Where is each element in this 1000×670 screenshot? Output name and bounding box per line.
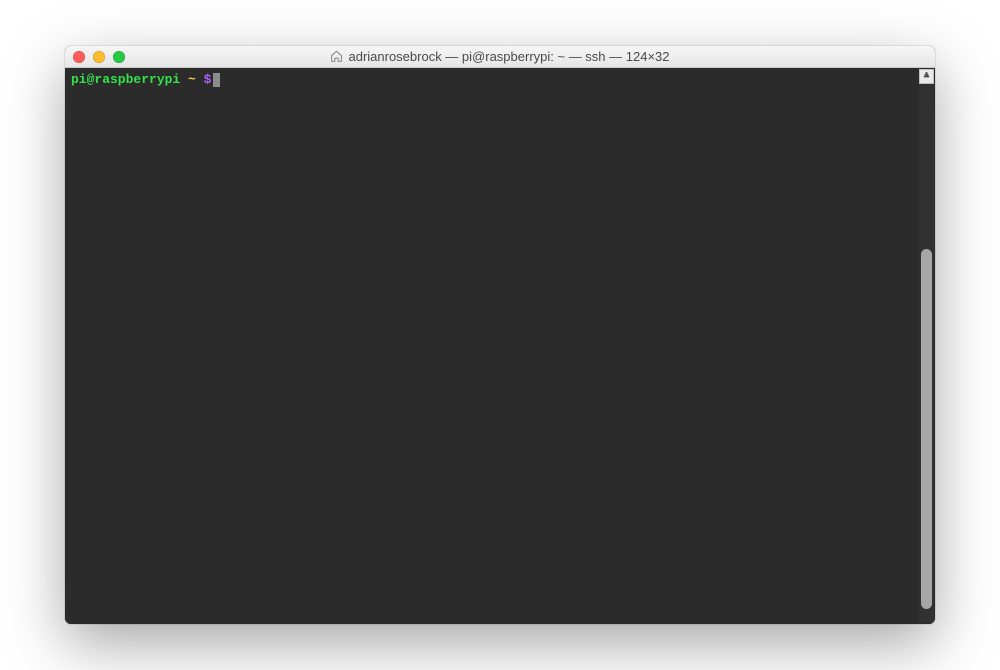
prompt-sigil: $: [204, 72, 212, 88]
close-button[interactable]: [73, 51, 85, 63]
prompt-userhost: pi@raspberrypi: [71, 72, 180, 88]
prompt-line: pi@raspberrypi ~ $: [71, 72, 929, 88]
zoom-button[interactable]: [113, 51, 125, 63]
scrollbar-thumb[interactable]: [921, 249, 932, 609]
terminal-window: adrianrosebrock — pi@raspberrypi: ~ — ss…: [65, 46, 935, 624]
prompt-path: ~: [188, 72, 196, 88]
traffic-lights: [73, 51, 125, 63]
cursor-icon: [213, 73, 220, 87]
window-title: adrianrosebrock — pi@raspberrypi: ~ — ss…: [348, 49, 669, 64]
minimize-button[interactable]: [93, 51, 105, 63]
terminal-body[interactable]: pi@raspberrypi ~ $: [65, 68, 935, 624]
home-icon: [330, 50, 343, 63]
window-title-wrap: adrianrosebrock — pi@raspberrypi: ~ — ss…: [330, 49, 669, 64]
titlebar[interactable]: adrianrosebrock — pi@raspberrypi: ~ — ss…: [65, 46, 935, 68]
scrollbar-up-button[interactable]: [919, 69, 934, 84]
scrollbar[interactable]: [919, 69, 934, 623]
